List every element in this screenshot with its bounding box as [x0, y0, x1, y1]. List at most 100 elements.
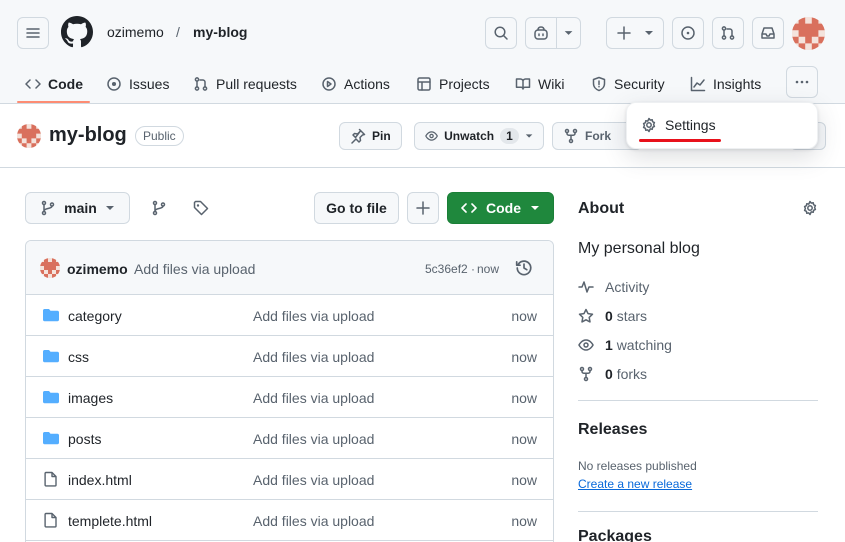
- commit-hash[interactable]: 5c36ef2: [425, 262, 468, 276]
- tab-wiki-label: Wiki: [538, 76, 565, 92]
- search-button[interactable]: [485, 17, 517, 49]
- branch-icon: [41, 200, 55, 216]
- activity-link[interactable]: Activity: [578, 279, 649, 295]
- folder-icon: [43, 350, 59, 363]
- branches-link[interactable]: [151, 200, 167, 216]
- watching-link[interactable]: 1 watching: [578, 337, 672, 353]
- repo-owner-avatar[interactable]: [17, 124, 41, 148]
- forks-link[interactable]: 0 forks: [578, 366, 647, 382]
- file-icon: [44, 512, 57, 528]
- copilot-button[interactable]: [525, 17, 581, 49]
- commit-author[interactable]: ozimemo: [67, 261, 128, 277]
- create-new-button[interactable]: [606, 17, 664, 49]
- git-branch-icon: [152, 200, 166, 216]
- user-avatar[interactable]: [792, 17, 825, 50]
- go-to-file-button[interactable]: Go to file: [314, 192, 399, 224]
- code-button-label: Code: [486, 200, 521, 216]
- file-name[interactable]: templete.html: [68, 513, 152, 529]
- file-name[interactable]: index.html: [68, 472, 132, 488]
- file-name[interactable]: images: [68, 390, 113, 406]
- forks-count: 0: [605, 366, 613, 382]
- file-commit-message[interactable]: Add files via upload: [253, 349, 374, 365]
- identicon-avatar-icon: [40, 258, 60, 278]
- github-logo[interactable]: [61, 16, 93, 48]
- file-age: now: [511, 431, 537, 447]
- branch-selector[interactable]: main: [25, 192, 130, 224]
- unwatch-label: Unwatch: [444, 129, 495, 143]
- stars-link[interactable]: 0 stars: [578, 308, 647, 324]
- copilot-icon: [534, 26, 548, 40]
- file-name[interactable]: category: [68, 308, 122, 324]
- graph-icon: [690, 76, 706, 92]
- tab-insights[interactable]: Insights: [690, 64, 761, 104]
- releases-heading[interactable]: Releases: [578, 421, 647, 439]
- hamburger-menu-button[interactable]: [17, 17, 49, 49]
- repo-name[interactable]: my-blog: [49, 124, 127, 147]
- commit-author-avatar[interactable]: [40, 258, 60, 278]
- pull-requests-shortcut-button[interactable]: [712, 17, 744, 49]
- tab-actions-label: Actions: [344, 76, 390, 92]
- settings-menu-item[interactable]: Settings: [641, 117, 716, 133]
- more-tabs-dropdown: Settings: [626, 102, 818, 149]
- issues-shortcut-button[interactable]: [672, 17, 704, 49]
- pin-icon: [351, 128, 366, 144]
- file-row[interactable]: templete.html Add files via upload now: [26, 500, 553, 541]
- breadcrumb-repo[interactable]: my-blog: [193, 24, 247, 40]
- eye-icon: [578, 339, 594, 351]
- activity-label: Activity: [605, 279, 650, 295]
- more-tabs-button[interactable]: [786, 66, 818, 98]
- breadcrumb-owner[interactable]: ozimemo: [107, 24, 164, 40]
- pin-button[interactable]: Pin: [339, 122, 402, 150]
- file-row[interactable]: css Add files via upload now: [26, 336, 553, 377]
- file-commit-message[interactable]: Add files via upload: [253, 472, 374, 488]
- no-releases-text: No releases published: [578, 459, 697, 473]
- tab-insights-label: Insights: [713, 76, 762, 92]
- commit-message[interactable]: Add files via upload: [134, 261, 255, 277]
- plus-icon: [416, 201, 430, 215]
- tab-wiki[interactable]: Wiki: [515, 64, 564, 104]
- sidebar-divider: [578, 511, 818, 512]
- file-row[interactable]: images Add files via upload now: [26, 377, 553, 418]
- file-row[interactable]: posts Add files via upload now: [26, 418, 553, 459]
- code-dropdown-button[interactable]: Code: [447, 192, 554, 224]
- file-age: now: [511, 308, 537, 324]
- pull-request-icon: [721, 26, 735, 40]
- file-commit-message[interactable]: Add files via upload: [253, 308, 374, 324]
- file-row[interactable]: category Add files via upload now: [26, 295, 553, 336]
- add-file-button[interactable]: [407, 192, 439, 224]
- go-to-file-label: Go to file: [326, 200, 387, 216]
- search-icon: [494, 26, 508, 40]
- tab-code[interactable]: Code: [25, 64, 83, 104]
- tab-issues[interactable]: Issues: [106, 64, 169, 104]
- packages-heading[interactable]: Packages: [578, 528, 652, 542]
- issue-icon: [107, 77, 121, 91]
- history-button[interactable]: [515, 259, 533, 277]
- tag-icon: [193, 200, 209, 216]
- fork-label: Fork: [585, 129, 612, 143]
- forks-label: forks: [616, 366, 648, 382]
- tags-link[interactable]: [193, 200, 209, 216]
- github-mark-icon: [61, 16, 93, 48]
- edit-about-button[interactable]: [802, 200, 818, 216]
- tab-actions[interactable]: Actions: [321, 64, 390, 104]
- identicon-avatar-icon: [792, 17, 825, 50]
- file-commit-message[interactable]: Add files via upload: [253, 513, 374, 529]
- tab-security[interactable]: Security: [591, 64, 665, 104]
- tab-pull-requests[interactable]: Pull requests: [193, 64, 297, 104]
- global-header: ozimemo / my-blog Code Issues Pull reque…: [0, 0, 845, 104]
- file-commit-message[interactable]: Add files via upload: [253, 431, 374, 447]
- tab-projects[interactable]: Projects: [416, 64, 490, 104]
- gear-icon: [803, 200, 817, 216]
- file-name[interactable]: posts: [68, 431, 101, 447]
- file-commit-message[interactable]: Add files via upload: [253, 390, 374, 406]
- file-row[interactable]: index.html Add files via upload now: [26, 459, 553, 500]
- pulse-icon: [578, 281, 594, 293]
- file-name[interactable]: css: [68, 349, 89, 365]
- shield-icon: [592, 76, 606, 92]
- watching-count: 1: [605, 337, 613, 353]
- active-tab-indicator: [17, 101, 90, 103]
- create-release-link[interactable]: Create a new release: [578, 477, 692, 491]
- inbox-button[interactable]: [752, 17, 784, 49]
- unwatch-button[interactable]: Unwatch 1: [414, 122, 544, 150]
- book-icon: [515, 78, 531, 90]
